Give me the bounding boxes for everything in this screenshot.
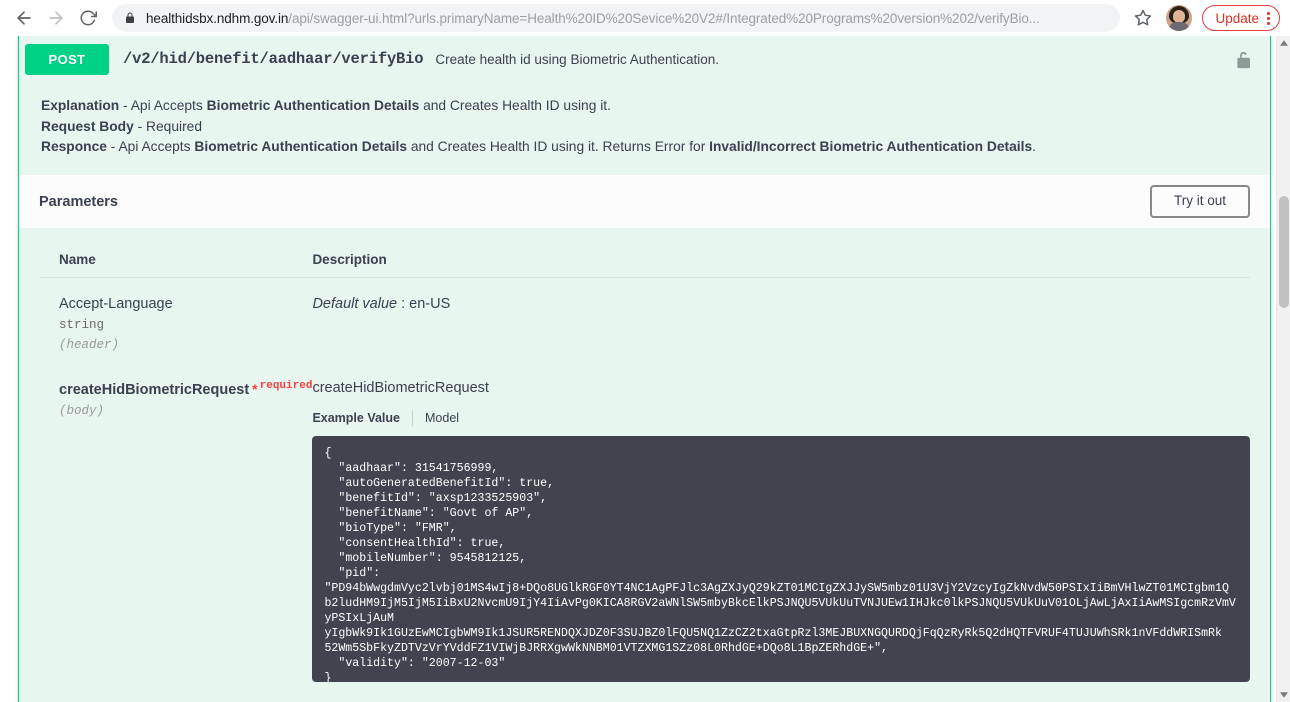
http-method-badge: POST (25, 43, 109, 75)
tab-example-value[interactable]: Example Value (312, 411, 412, 425)
scroll-up-arrow-icon[interactable] (1277, 36, 1290, 50)
parameter-description-cell: createHidBiometricRequest Example Value … (312, 362, 1250, 702)
description-emphasis: Explanation (41, 98, 120, 113)
description-emphasis: Biometric Authentication Details (194, 139, 407, 155)
parameters-title: Parameters (39, 193, 118, 210)
try-it-out-button[interactable]: Try it out (1149, 185, 1250, 218)
table-row: Accept-Language string (header) Default … (39, 278, 1250, 363)
parameter-name-cell: createHidBiometricRequest * required (body… (39, 362, 312, 702)
parameters-table-wrapper: Name Description Accept-Language string … (19, 228, 1270, 702)
description-text: - Required (133, 118, 203, 134)
update-button-label: Update (1215, 10, 1259, 26)
url-path: /api/swagger-ui.html?urls.primaryName=He… (288, 10, 1040, 26)
table-header-row: Name Description (39, 228, 1250, 279)
description-line: Responce - Api Accepts Biometric Authent… (41, 137, 1248, 158)
forward-arrow-icon[interactable] (42, 4, 70, 32)
description-text: - Api Accepts (119, 98, 207, 113)
three-dot-menu-icon[interactable] (1264, 11, 1273, 25)
vertical-scrollbar[interactable] (1276, 36, 1290, 702)
required-asterisk: * (252, 380, 258, 397)
url-text: healthidsbx.ndhm.gov.in/api/swagger-ui.h… (146, 11, 1040, 26)
page-content: POST /v2/hid/benefit/aadhaar/verifyBio C… (0, 36, 1290, 702)
parameter-default-value: Default value : en-US (312, 296, 451, 313)
operation-path: /v2/hid/benefit/aadhaar/verifyBio (123, 50, 424, 68)
description-text: and Creates Health ID using it. Returns … (407, 139, 710, 155)
parameter-name-cell: Accept-Language string (header) (39, 278, 312, 363)
operation-summary-text: Create health id using Biometric Authent… (435, 51, 720, 67)
parameter-location: (body) (59, 403, 105, 418)
operation-summary-row[interactable]: POST /v2/hid/benefit/aadhaar/verifyBio C… (19, 36, 1270, 82)
parameter-name: createHidBiometricRequest * required (59, 380, 312, 398)
browser-toolbar: healthidsbx.ndhm.gov.in/api/swagger-ui.h… (0, 0, 1290, 36)
avatar-body (1168, 22, 1191, 31)
parameter-name: Accept-Language (59, 296, 173, 313)
back-arrow-icon[interactable] (10, 4, 38, 32)
parameter-description: createHidBiometricRequest (312, 380, 489, 397)
parameter-name-text: createHidBiometricRequest (59, 381, 250, 398)
table-row: createHidBiometricRequest * required (body… (39, 362, 1250, 702)
operation-description: Explanation - Api Accepts Biometric Auth… (19, 82, 1270, 175)
default-value: en-US (409, 296, 451, 313)
parameters-table: Name Description Accept-Language string … (39, 228, 1250, 702)
description-text: - Api Accepts (106, 139, 195, 155)
example-model-tabs: Example Value Model (312, 410, 1250, 427)
description-line: Request Body - Required (41, 117, 1248, 138)
example-value-code-block[interactable]: { "aadhaar": 31541756999, "autoGenerated… (312, 436, 1250, 683)
scrollbar-thumb[interactable] (1279, 196, 1289, 308)
description-emphasis: Request Body (41, 118, 134, 134)
url-host: healthidsbx.ndhm.gov.in (146, 10, 289, 26)
parameter-type: string (59, 318, 105, 333)
lock-icon (124, 11, 136, 25)
description-line: Explanation - Api Accepts Biometric Auth… (41, 96, 1248, 117)
address-bar[interactable]: healthidsbx.ndhm.gov.in/api/swagger-ui.h… (112, 4, 1121, 32)
parameter-location: (header) (59, 338, 120, 353)
column-header-name: Name (39, 228, 313, 279)
default-value-label: Default value (312, 296, 398, 313)
description-text: and Creates Health ID using it. (419, 98, 611, 113)
avatar[interactable] (1166, 5, 1193, 31)
scroll-down-arrow-icon[interactable] (1277, 688, 1290, 702)
tab-model[interactable]: Model (413, 411, 459, 425)
bookmark-star-icon[interactable] (1130, 5, 1156, 31)
column-header-description: Description (312, 228, 1250, 279)
update-button[interactable]: Update (1202, 5, 1280, 31)
description-emphasis: Responce (41, 139, 107, 155)
reload-icon[interactable] (74, 4, 102, 32)
unlocked-padlock-icon[interactable] (1235, 49, 1258, 70)
description-emphasis: Biometric Authentication Details (206, 98, 420, 113)
required-label: required (259, 380, 313, 393)
description-text: . (1032, 139, 1036, 155)
parameter-description-cell: Default value : en-US (312, 278, 1250, 363)
operation-block-post-verifybio: POST /v2/hid/benefit/aadhaar/verifyBio C… (18, 36, 1271, 702)
description-emphasis: Invalid/Incorrect Biometric Authenticati… (709, 139, 1033, 155)
parameters-header: Parameters Try it out (19, 174, 1270, 229)
